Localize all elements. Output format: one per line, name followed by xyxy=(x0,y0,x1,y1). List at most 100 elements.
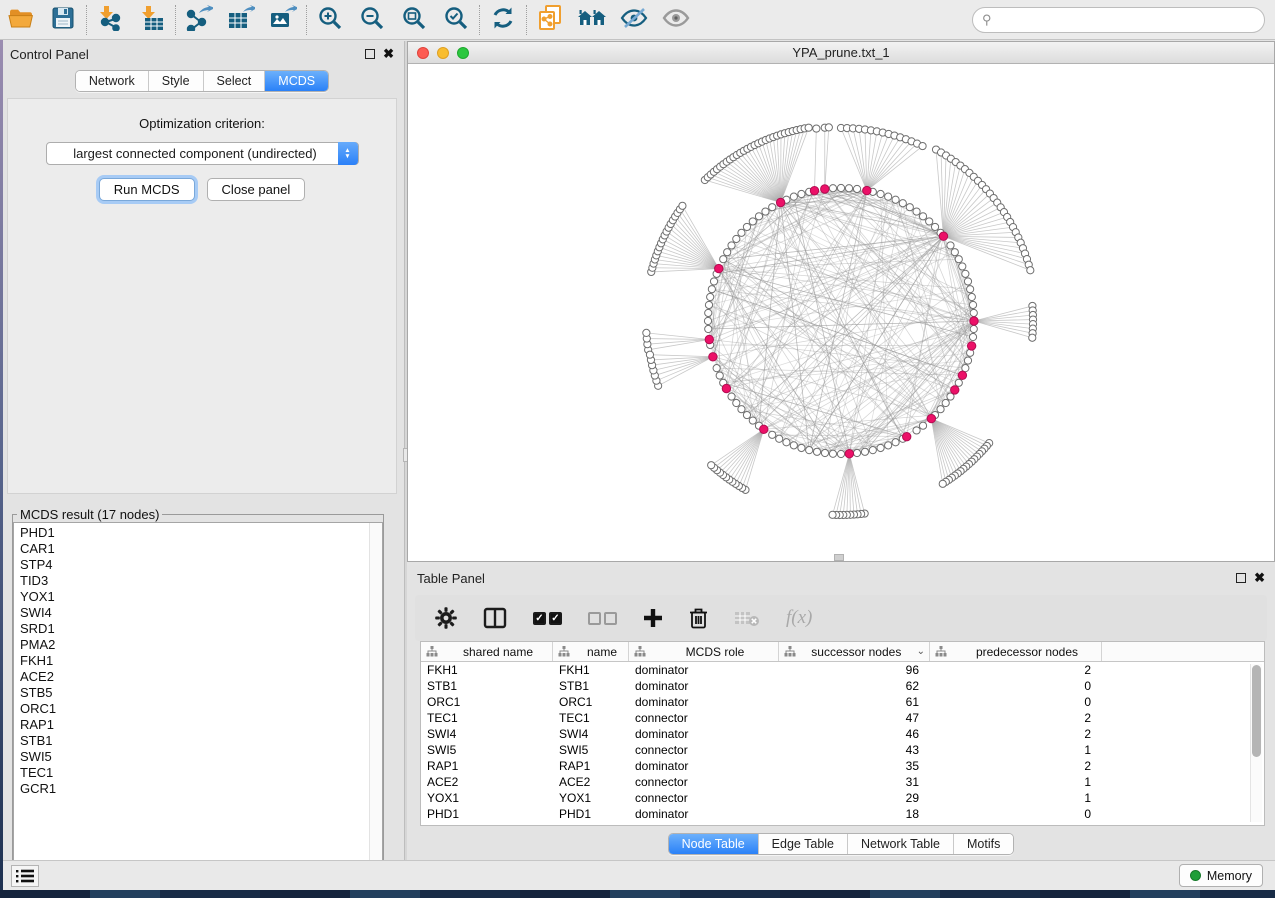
network-node[interactable] xyxy=(970,309,977,316)
mcds-result-item[interactable]: STP4 xyxy=(20,557,382,573)
network-node[interactable] xyxy=(705,301,712,308)
delete-row-button[interactable] xyxy=(689,607,708,629)
network-node[interactable] xyxy=(728,242,735,249)
mcds-result-item[interactable]: GCR1 xyxy=(20,781,382,797)
mcds-hub-node[interactable] xyxy=(722,384,730,392)
table-cell[interactable]: FKH1 xyxy=(553,662,629,678)
network-node[interactable] xyxy=(790,442,797,449)
network-node[interactable] xyxy=(716,372,723,379)
maximize-window-icon[interactable] xyxy=(457,47,469,59)
mcds-result-item[interactable]: RAP1 xyxy=(20,717,382,733)
table-row[interactable]: PHD1PHD1dominator180 xyxy=(421,806,1264,822)
network-node[interactable] xyxy=(813,448,820,455)
network-node[interactable] xyxy=(969,333,976,340)
table-cell[interactable]: connector xyxy=(629,790,779,806)
mcds-hub-node[interactable] xyxy=(967,342,975,350)
deselect-all-button[interactable] xyxy=(588,612,617,625)
network-node[interactable] xyxy=(798,444,805,451)
table-cell[interactable]: YOX1 xyxy=(553,790,629,806)
table-row[interactable]: RAP1RAP1dominator352 xyxy=(421,758,1264,774)
tab-select[interactable]: Select xyxy=(204,71,266,91)
close-panel-icon[interactable]: ✖ xyxy=(383,49,394,59)
table-cell[interactable]: 46 xyxy=(779,726,930,742)
table-cell[interactable]: dominator xyxy=(629,678,779,694)
criterion-dropdown[interactable]: largest connected component (undirected)… xyxy=(46,142,359,165)
mcds-result-item[interactable]: YOX1 xyxy=(20,589,382,605)
search-input[interactable] xyxy=(992,13,1264,27)
tab-network[interactable]: Network xyxy=(76,71,149,91)
float-table-panel-icon[interactable] xyxy=(1236,573,1246,583)
network-node[interactable] xyxy=(931,223,938,230)
table-cell[interactable]: 18 xyxy=(779,806,930,822)
tab-style[interactable]: Style xyxy=(149,71,204,91)
network-node[interactable] xyxy=(877,190,884,197)
network-node[interactable] xyxy=(798,190,805,197)
network-node[interactable] xyxy=(829,450,836,457)
mcds-hub-node[interactable] xyxy=(821,185,829,193)
table-cell[interactable]: 43 xyxy=(779,742,930,758)
table-cell[interactable]: 35 xyxy=(779,758,930,774)
network-node[interactable] xyxy=(733,235,740,242)
task-history-button[interactable] xyxy=(11,865,39,887)
network-node[interactable] xyxy=(968,293,975,300)
network-node[interactable] xyxy=(707,293,714,300)
mcds-hub-node[interactable] xyxy=(845,450,853,458)
mcds-hub-node[interactable] xyxy=(970,317,978,325)
mcds-hub-node[interactable] xyxy=(810,186,818,194)
table-row[interactable]: STB1STB1dominator620 xyxy=(421,678,1264,694)
network-node[interactable] xyxy=(708,286,715,293)
mcds-result-item[interactable]: SWI5 xyxy=(20,749,382,765)
network-node[interactable] xyxy=(964,357,971,364)
mcds-result-item[interactable]: STB5 xyxy=(20,685,382,701)
duplicate-network-button[interactable] xyxy=(529,2,571,38)
network-node[interactable] xyxy=(755,213,762,220)
minimize-window-icon[interactable] xyxy=(437,47,449,59)
network-leaf-node[interactable] xyxy=(805,124,812,131)
table-settings-button[interactable] xyxy=(435,607,457,629)
table-cell[interactable]: STB1 xyxy=(553,678,629,694)
network-node[interactable] xyxy=(783,439,790,446)
table-scrollbar-thumb[interactable] xyxy=(1252,665,1261,757)
save-session-button[interactable] xyxy=(42,2,84,38)
network-node[interactable] xyxy=(906,204,913,211)
memory-button[interactable]: Memory xyxy=(1179,864,1263,887)
close-window-icon[interactable] xyxy=(417,47,429,59)
network-node[interactable] xyxy=(937,406,944,413)
network-node[interactable] xyxy=(853,185,860,192)
network-node[interactable] xyxy=(970,325,977,332)
network-node[interactable] xyxy=(724,249,731,256)
network-node[interactable] xyxy=(728,393,735,400)
mcds-result-item[interactable]: ACE2 xyxy=(20,669,382,685)
table-cell[interactable]: PHD1 xyxy=(421,806,553,822)
table-cell[interactable]: 2 xyxy=(930,726,1102,742)
mcds-result-item[interactable]: SRD1 xyxy=(20,621,382,637)
network-node[interactable] xyxy=(926,218,933,225)
mcds-result-item[interactable]: TEC1 xyxy=(20,765,382,781)
network-node[interactable] xyxy=(769,204,776,211)
network-leaf-node[interactable] xyxy=(919,142,926,149)
network-node[interactable] xyxy=(713,365,720,372)
table-cell[interactable]: 1 xyxy=(930,742,1102,758)
column-header-shared-name[interactable]: shared name xyxy=(421,642,553,661)
network-leaf-node[interactable] xyxy=(1027,267,1034,274)
network-node[interactable] xyxy=(705,325,712,332)
network-node[interactable] xyxy=(762,208,769,215)
network-node[interactable] xyxy=(720,256,727,263)
zoom-fit-button[interactable] xyxy=(393,2,435,38)
table-row[interactable]: FKH1FKH1dominator962 xyxy=(421,662,1264,678)
show-column-button[interactable] xyxy=(483,607,507,629)
open-file-button[interactable] xyxy=(0,2,42,38)
import-table-button[interactable] xyxy=(131,2,173,38)
table-cell[interactable]: 0 xyxy=(930,678,1102,694)
network-node[interactable] xyxy=(743,223,750,230)
table-cell[interactable]: ORC1 xyxy=(421,694,553,710)
mcds-result-item[interactable]: PMA2 xyxy=(20,637,382,653)
mcds-result-item[interactable]: STB1 xyxy=(20,733,382,749)
network-node[interactable] xyxy=(962,270,969,277)
network-leaf-node[interactable] xyxy=(825,124,832,131)
network-node[interactable] xyxy=(892,196,899,203)
table-cell[interactable]: dominator xyxy=(629,662,779,678)
table-cell[interactable]: ACE2 xyxy=(553,774,629,790)
sort-order-icon[interactable]: ⌄ xyxy=(917,646,925,657)
mcds-hub-node[interactable] xyxy=(951,386,959,394)
